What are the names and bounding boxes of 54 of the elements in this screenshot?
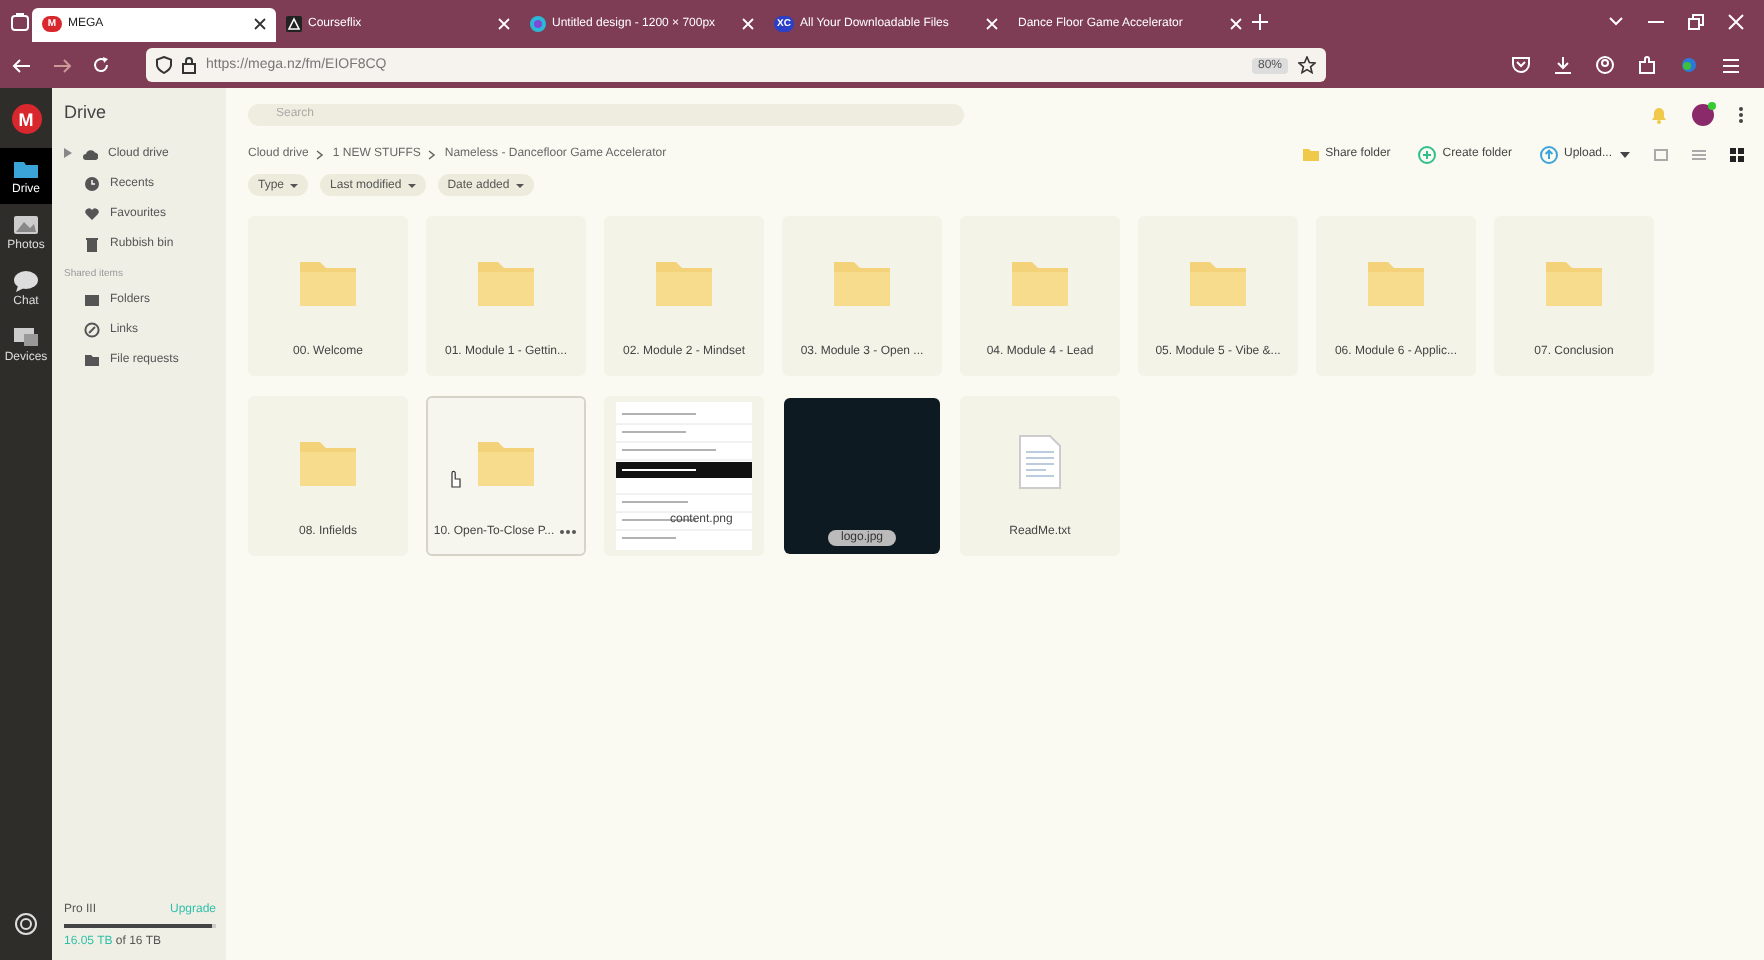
- upload-icon: [1539, 145, 1558, 163]
- folder-icon: [832, 256, 892, 308]
- menu-icon[interactable]: [1722, 57, 1740, 73]
- chevron-down-icon[interactable]: [1608, 15, 1624, 27]
- folder-icon: [1188, 256, 1248, 308]
- avatar[interactable]: [1692, 103, 1714, 125]
- folder-icon: [298, 436, 358, 488]
- extension-icon[interactable]: [1680, 56, 1698, 74]
- folder-icon: [298, 256, 358, 308]
- folder-icon: [654, 256, 714, 308]
- clock-icon: [84, 175, 100, 191]
- back-icon[interactable]: [12, 57, 32, 73]
- folder-icon: [1366, 256, 1426, 308]
- mega-logo[interactable]: M: [11, 104, 41, 134]
- file-request-icon: [84, 351, 100, 367]
- close-icon[interactable]: [254, 18, 266, 30]
- site-logo-icon: [286, 16, 302, 32]
- reload-icon[interactable]: [92, 56, 110, 74]
- caret-down-icon[interactable]: [1620, 151, 1630, 157]
- lock-icon: [182, 56, 196, 74]
- forward-icon[interactable]: [52, 57, 72, 73]
- caret-down-icon: [515, 183, 524, 187]
- more-options-icon[interactable]: [558, 528, 579, 536]
- heart-icon: [84, 205, 100, 221]
- devices-icon: [12, 324, 40, 350]
- folder-icon: [476, 436, 536, 488]
- hand-cursor-icon: [448, 470, 462, 488]
- text-file-icon: [1018, 434, 1062, 490]
- photo-icon: [12, 212, 40, 238]
- extensions-icon[interactable]: [1638, 56, 1656, 74]
- caret-down-icon: [407, 183, 416, 187]
- chevron-right-icon: [428, 149, 437, 159]
- folder-icon: [1544, 256, 1604, 308]
- shield-icon: [156, 56, 172, 74]
- caret-down-icon: [290, 183, 299, 187]
- folder-icon: [1010, 256, 1070, 308]
- site-logo-icon: [530, 16, 546, 32]
- chat-bubble-icon: [12, 268, 40, 294]
- grid-view-icon[interactable]: [1730, 147, 1744, 161]
- download-icon[interactable]: [1554, 56, 1572, 74]
- kebab-menu-icon[interactable]: [1738, 105, 1744, 123]
- cloud-icon: [82, 145, 98, 161]
- folder-icon: [476, 256, 536, 308]
- restore-icon[interactable]: [1688, 13, 1704, 29]
- pocket-icon[interactable]: [1512, 56, 1530, 74]
- expand-caret-icon[interactable]: [64, 148, 72, 158]
- new-tab-icon[interactable]: [1252, 13, 1268, 29]
- bin-icon: [84, 235, 100, 251]
- plus-circle-icon: [1418, 145, 1437, 163]
- chevron-right-icon: [316, 149, 325, 159]
- folder-icon: [12, 156, 40, 182]
- bookmark-star-icon[interactable]: [1298, 56, 1316, 74]
- sidebar-title: Drive: [64, 102, 109, 122]
- tab-list-icon: [8, 9, 32, 33]
